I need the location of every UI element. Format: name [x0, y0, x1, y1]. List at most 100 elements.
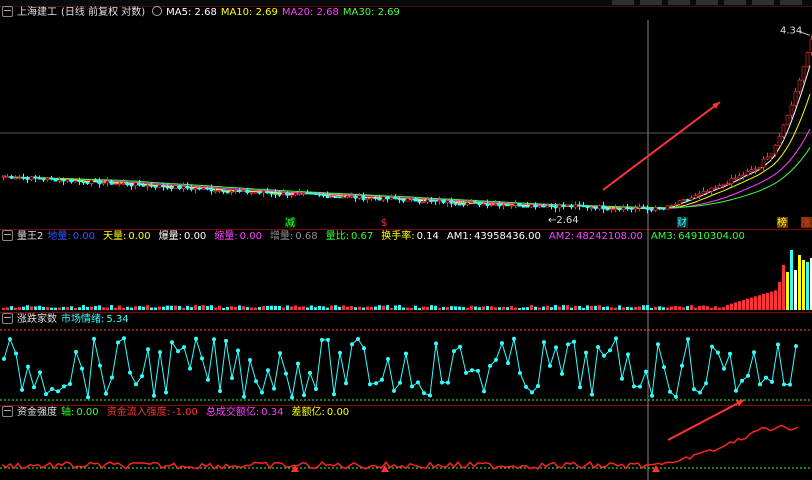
breadth-point [626, 352, 630, 357]
candle-body [769, 153, 774, 158]
candle-body [449, 200, 454, 204]
candle-body [405, 198, 410, 202]
signal-label: $ [381, 218, 387, 229]
volume-bar [474, 306, 477, 310]
breadth-point [260, 390, 264, 395]
breadth-point [458, 344, 462, 349]
volume-bar [666, 307, 669, 310]
candle-body [765, 156, 770, 160]
volume-bar [782, 265, 785, 310]
candle-body [477, 201, 482, 206]
candle-body [577, 204, 582, 207]
breadth-point [104, 391, 108, 396]
volume-bar [602, 306, 605, 310]
breadth-point [794, 344, 798, 349]
candle-body [169, 187, 174, 189]
breadth-point [686, 337, 690, 342]
breadth-point [434, 341, 438, 346]
fund-strength-line [1, 424, 799, 471]
volume-bar [626, 306, 629, 310]
candle-body [213, 190, 218, 193]
volume-bar [570, 307, 573, 310]
breadth-point [710, 344, 714, 349]
breadth-point [20, 387, 24, 392]
breadth-point [776, 342, 780, 347]
candle-body [9, 176, 14, 179]
candle-body [781, 124, 786, 137]
candle-body [121, 183, 126, 185]
candle-body [201, 187, 206, 190]
candle-body [225, 191, 230, 194]
candle-body [493, 203, 498, 206]
breadth-point [176, 349, 180, 354]
breadth-point [212, 337, 216, 342]
volume-bar [382, 305, 385, 310]
breadth-point [272, 386, 276, 391]
candle-body [605, 208, 610, 211]
volume-bar [282, 307, 285, 310]
volume-bar [114, 307, 117, 310]
breadth-point [248, 358, 252, 363]
volume-bar [770, 291, 773, 310]
volume-bar [22, 306, 25, 310]
volume-bar [318, 305, 321, 310]
volume-bar [762, 294, 765, 310]
volume-bar [338, 306, 341, 310]
volume-bar [482, 306, 485, 310]
candle-body [189, 187, 194, 190]
candle-body [661, 208, 666, 210]
signal-label: 财 [677, 216, 687, 229]
volume-bar [326, 307, 329, 310]
breadth-point [140, 374, 144, 379]
candle-body [17, 177, 22, 179]
candle-body [413, 198, 418, 202]
candle-body [85, 182, 90, 184]
candle-body [557, 204, 562, 209]
volume-bar [550, 307, 553, 310]
volume-bar [510, 306, 513, 310]
candle-body [549, 205, 554, 208]
candle-body [417, 200, 422, 203]
candle-body [125, 183, 130, 186]
volume-bar [346, 306, 349, 310]
candle-body [737, 175, 742, 179]
candle-body [397, 198, 402, 201]
candle-body [113, 183, 118, 186]
candle-body [221, 190, 226, 193]
volume-bar [258, 307, 261, 310]
volume-bar [634, 307, 637, 310]
candle-body [753, 168, 758, 171]
volume-bar [370, 306, 373, 310]
volume-bar [434, 305, 437, 310]
candle-body [709, 187, 714, 192]
volume-bar [802, 260, 805, 310]
breadth-point [428, 393, 432, 398]
volume-bar [138, 306, 141, 310]
volume-bar [718, 307, 721, 310]
breadth-point [584, 350, 588, 355]
volume-bar [654, 306, 657, 310]
high-price-label: 4.34 [780, 25, 802, 36]
candle-body [81, 180, 86, 183]
volume-bar [362, 307, 365, 310]
candle-body [569, 204, 574, 208]
candle-body [685, 199, 690, 201]
breadth-point [560, 371, 564, 376]
candle-body [229, 190, 234, 193]
candle-body [581, 205, 586, 208]
volume-bar [294, 305, 297, 310]
trend-arrow-fund [667, 399, 745, 441]
breadth-point [554, 345, 558, 350]
candle-body [305, 192, 310, 195]
candle-body [185, 186, 190, 189]
volume-bar [710, 307, 713, 310]
volume-bar [50, 307, 53, 310]
candle-body [41, 178, 46, 181]
breadth-point [194, 336, 198, 341]
volume-bar [778, 282, 781, 310]
candle-body [541, 205, 546, 208]
stock-chart-canvas[interactable]: 4.34 ←2.64 减 $ 财 榜 涨 [0, 0, 812, 480]
candle-body [53, 178, 58, 182]
breadth-point [758, 382, 762, 387]
candle-body [149, 185, 154, 187]
